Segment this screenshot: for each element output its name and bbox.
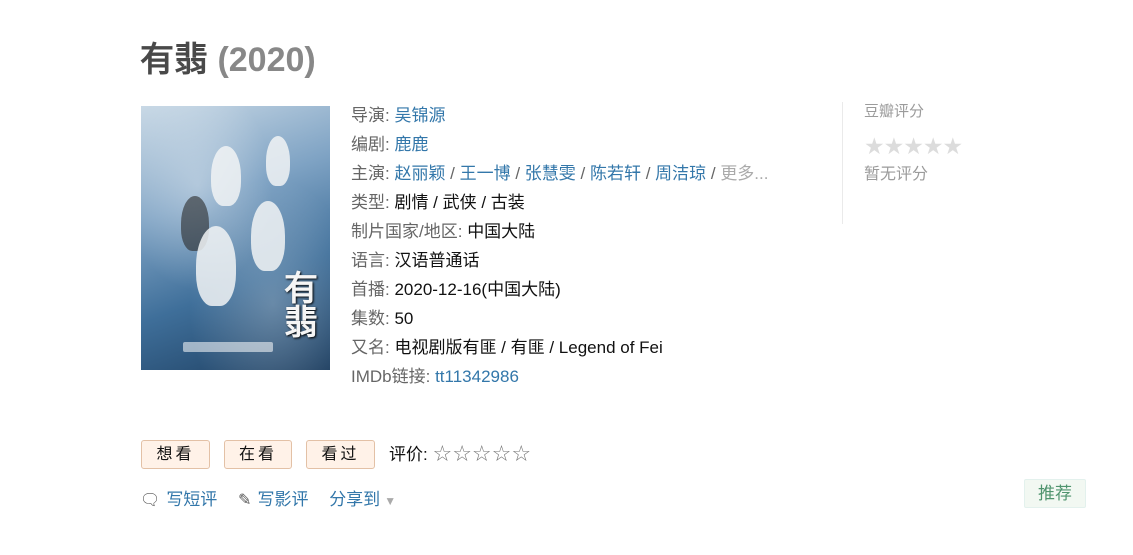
poster-figure [211,146,241,206]
cast-link[interactable]: 周洁琼 [655,164,706,183]
country-row: 制片国家/地区: 中国大陆 [351,222,536,241]
poster-logos [183,342,273,352]
writer-label: 编剧 [351,135,385,154]
country-value: 中国大陆 [467,222,536,241]
imdb-row: IMDb链接: tt11342986 [351,367,519,386]
aka-row: 又名: 电视剧版有匪 / 有匪 / Legend of Fei [351,338,663,357]
genre-row: 类型: 剧情 / 武侠 / 古装 [351,193,525,212]
rating-box: 豆瓣评分 ★★★★★ 暂无评分 [842,102,992,224]
director-label: 导演 [351,106,385,125]
comment-icon: 🗨 [140,492,161,509]
action-bar: 🗨 写短评 ✎ 写影评 分享到 ▼ [140,486,412,515]
want-button-label: 想看 [156,446,195,463]
language-row: 语言: 汉语普通话 [351,251,480,270]
poster-brand-text: 有翡 [284,269,318,343]
evaluate-rating: 评价: ☆☆☆☆☆ [389,440,531,468]
cast-link[interactable]: 陈若轩 [590,164,641,183]
poster-figure [266,136,290,186]
watched-button-label: 看过 [321,446,360,463]
no-rating-text: 暂无评分 [864,166,929,183]
recommend-button[interactable]: 推荐 [1024,479,1086,508]
rating-title: 豆瓣评分 [864,103,925,120]
poster-image[interactable]: 有翡 [141,106,330,370]
page-title: 有翡 (2020) [140,38,316,82]
cast-label: 主演 [351,164,385,183]
genre-label: 类型 [351,193,385,212]
writer-link[interactable]: 鹿鹿 [394,135,428,154]
caret-down-icon: ▼ [384,494,397,508]
review-label: 写影评 [257,490,309,509]
director-link[interactable]: 吴锦源 [394,106,445,125]
country-label: 制片国家/地区 [351,222,458,241]
title-name: 有翡 [140,41,208,79]
premiere-label: 首播 [351,280,385,299]
pencil-icon: ✎ [238,492,252,509]
cast-link[interactable]: 赵丽颖 [394,164,445,183]
write-short-review-link[interactable]: 🗨 写短评 [140,486,217,515]
genre-value: 剧情 / 武侠 / 古装 [394,193,525,212]
cast-link[interactable]: 张慧雯 [525,164,576,183]
poster-figure [196,226,236,306]
share-label: 分享到 [329,490,381,509]
imdb-link[interactable]: tt11342986 [435,367,519,386]
language-value: 汉语普通话 [394,251,480,270]
evaluate-stars-icon[interactable]: ☆☆☆☆☆ [432,441,531,466]
short-review-label: 写短评 [166,490,218,509]
write-review-link[interactable]: ✎ 写影评 [238,486,308,515]
share-dropdown[interactable]: 分享到 ▼ [329,486,396,515]
premiere-value: 2020-12-16(中国大陆) [394,280,561,299]
cast-row: 主演: 赵丽颖 / 王一博 / 张慧雯 / 陈若轩 / 周洁琼 / 更多... [351,164,769,183]
rating-stars-icon: ★★★★★ [864,133,963,159]
director-row: 导演: 吴锦源 [351,106,446,125]
want-to-watch-button[interactable]: 想看 [141,440,210,469]
evaluate-label: 评价: [389,445,428,464]
language-label: 语言 [351,251,385,270]
info-panel: 导演: 吴锦源 编剧: 鹿鹿 主演: 赵丽颖 / 王一博 / 张慧雯 / 陈若轩… [351,101,768,391]
premiere-row: 首播: 2020-12-16(中国大陆) [351,280,561,299]
episodes-row: 集数: 50 [351,309,414,328]
cast-more-link[interactable]: 更多... [720,164,768,183]
aka-value: 电视剧版有匪 / 有匪 / Legend of Fei [394,338,663,357]
watched-button[interactable]: 看过 [306,440,375,469]
episodes-value: 50 [394,309,414,328]
watching-button-label: 在看 [238,446,277,463]
title-year: (2020) [217,41,316,79]
imdb-label: IMDb链接 [351,367,426,386]
aka-label: 又名 [351,338,385,357]
writer-row: 编剧: 鹿鹿 [351,135,429,154]
episodes-label: 集数 [351,309,385,328]
cast-link[interactable]: 王一博 [460,164,511,183]
poster-figure [251,201,285,271]
watching-button[interactable]: 在看 [224,440,292,469]
